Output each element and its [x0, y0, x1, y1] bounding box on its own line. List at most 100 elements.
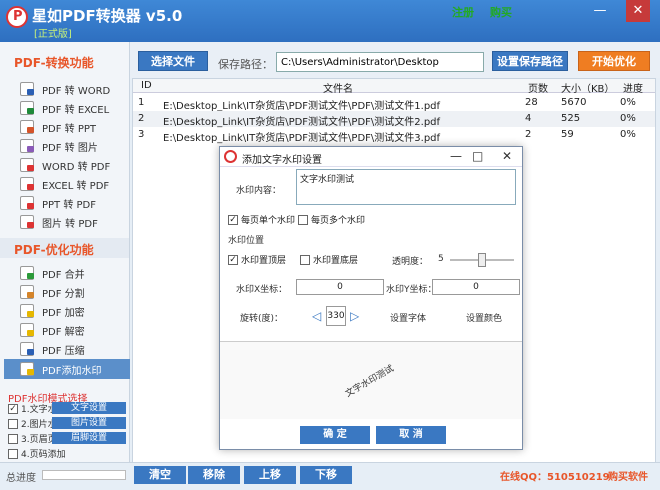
split-icon — [20, 285, 34, 299]
sidebar-item-pdf-watermark[interactable]: PDF添加水印 — [4, 359, 130, 379]
sidebar-item-word-to-pdf[interactable]: WORD 转 PDF — [20, 156, 130, 174]
move-up-button[interactable]: 上移 — [244, 466, 296, 484]
excel-icon — [20, 101, 34, 115]
table-row[interactable]: 2 E:\Desktop_Link\IT杂货店\PDF测试文件\PDF\测试文件… — [133, 111, 655, 128]
rotate-left-icon[interactable]: ◁ — [312, 309, 321, 323]
lock-icon — [20, 304, 34, 318]
header-pages: 页数 — [528, 84, 548, 95]
app-title: 星如PDF转换器 v5.0 — [32, 7, 183, 25]
pdf-icon — [20, 215, 34, 229]
mode-header-footer-checkbox[interactable] — [8, 433, 18, 444]
multi-per-page-checkbox[interactable] — [298, 214, 308, 225]
preview-text: 文字水印测试 — [343, 363, 396, 400]
set-color-button[interactable]: 设置颜色 — [466, 311, 502, 324]
rotate-right-icon[interactable]: ▷ — [350, 309, 359, 323]
minimize-button[interactable]: — — [588, 0, 612, 22]
dialog-title: 添加文字水印设置 — [242, 155, 322, 166]
set-font-button[interactable]: 设置字体 — [390, 311, 426, 324]
sidebar-item-pdf-decrypt[interactable]: PDF 解密 — [20, 321, 130, 339]
sidebar-item-pdf-to-word[interactable]: PDF 转 WORD — [20, 80, 130, 98]
ok-button[interactable]: 确 定 — [300, 426, 370, 444]
version-badge: [正式版] — [34, 29, 72, 40]
word-icon — [20, 82, 34, 96]
buy-link[interactable]: 购买 — [490, 4, 512, 20]
top-layer-option[interactable]: ✓ 水印置顶层 — [228, 253, 286, 266]
sidebar-item-pdf-merge[interactable]: PDF 合并 — [20, 264, 130, 282]
watermark-preview: 文字水印测试 — [220, 341, 522, 419]
watermark-dialog: 添加文字水印设置 — □ ✕ 水印内容： 文字水印测试 ✓ 每页单个水印 每页多个… — [219, 146, 523, 450]
multi-per-page-option[interactable]: 每页多个水印 — [298, 213, 365, 226]
table-row[interactable]: 1 E:\Desktop_Link\IT杂货店\PDF测试文件\PDF\测试文件… — [133, 95, 655, 112]
image-icon — [20, 139, 34, 153]
register-link[interactable]: 注册 — [452, 4, 474, 20]
buy-software-link[interactable]: 购买软件 — [608, 468, 648, 483]
opacity-slider-thumb[interactable] — [478, 253, 486, 267]
y-coordinate-label: 水印Y坐标： — [386, 285, 437, 295]
cancel-button[interactable]: 取 消 — [376, 426, 446, 444]
sidebar-item-excel-to-pdf[interactable]: EXCEL 转 PDF — [20, 175, 130, 193]
header-size: 大小（KB） — [561, 84, 615, 95]
save-path-input[interactable] — [276, 52, 484, 72]
online-qq[interactable]: 在线QQ：510510219 — [500, 468, 610, 483]
sidebar-item-pdf-split[interactable]: PDF 分割 — [20, 283, 130, 301]
dialog-minimize-button[interactable]: — — [450, 149, 462, 163]
rotation-label: 旋转(度)： — [240, 314, 284, 324]
table-header: ID 文件名 页数 大小（KB） 进度 — [133, 79, 655, 95]
mode-page-number-checkbox[interactable] — [8, 448, 18, 459]
bottom-layer-checkbox[interactable] — [300, 254, 310, 265]
start-optimize-button[interactable]: 开始优化 — [578, 51, 650, 71]
total-progress-label: 总进度 — [6, 473, 36, 484]
sidebar-item-pdf-to-excel[interactable]: PDF 转 EXCEL — [20, 99, 130, 117]
single-per-page-checkbox[interactable]: ✓ — [228, 214, 238, 225]
dialog-title-bar: 添加文字水印设置 — □ ✕ — [220, 147, 522, 167]
opacity-slider[interactable] — [450, 253, 514, 267]
sidebar-item-image-to-pdf[interactable]: 图片 转 PDF — [20, 213, 130, 231]
x-coordinate-input[interactable]: 0 — [296, 279, 384, 295]
top-layer-checkbox[interactable]: ✓ — [228, 254, 238, 265]
table-row[interactable]: 3 E:\Desktop_Link\IT杂货店\PDF测试文件\PDF\测试文件… — [133, 127, 655, 144]
text-settings-button[interactable]: 文字设置 — [52, 402, 126, 414]
content-label: 水印内容： — [236, 186, 282, 196]
total-progress-bar — [42, 470, 126, 480]
single-per-page-option[interactable]: ✓ 每页单个水印 — [228, 213, 295, 226]
rotation-input[interactable]: 330 — [326, 306, 346, 326]
image-settings-button[interactable]: 图片设置 — [52, 417, 126, 429]
close-button[interactable]: ✕ — [626, 0, 650, 22]
header-footer-settings-button[interactable]: 眉脚设置 — [52, 432, 126, 444]
mode-page-number[interactable]: 4.页码添加 — [8, 447, 128, 460]
sidebar-item-pdf-to-image[interactable]: PDF 转 图片 — [20, 137, 130, 155]
ppt-icon — [20, 120, 34, 134]
dialog-close-button[interactable]: ✕ — [502, 149, 512, 163]
position-section-title: 水印位置 — [228, 236, 265, 246]
watermark-content-input[interactable]: 文字水印测试 — [296, 169, 516, 205]
optimize-section-title: PDF-优化功能 — [14, 243, 94, 257]
y-coordinate-input[interactable]: 0 — [432, 279, 520, 295]
select-file-button[interactable]: 选择文件 — [138, 51, 208, 71]
title-bar: 星如PDF转换器 v5.0 [正式版] 注册 购买 — ✕ — [0, 0, 660, 42]
sidebar-item-pdf-encrypt[interactable]: PDF 加密 — [20, 302, 130, 320]
move-down-button[interactable]: 下移 — [300, 466, 352, 484]
sidebar-item-pdf-compress[interactable]: PDF 压缩 — [20, 340, 130, 358]
opacity-value: 5 — [438, 254, 444, 264]
x-coordinate-label: 水印X坐标： — [236, 285, 288, 295]
bottom-layer-option[interactable]: 水印置底层 — [300, 253, 358, 266]
pdf-icon — [20, 177, 34, 191]
mode-image-checkbox[interactable] — [8, 418, 18, 429]
convert-section-title: PDF-转换功能 — [14, 56, 94, 70]
opacity-label: 透明度： — [392, 257, 429, 267]
header-filename: 文件名 — [323, 84, 353, 95]
mode-text-checkbox[interactable]: ✓ — [8, 403, 18, 414]
set-save-path-button[interactable]: 设置保存路径 — [492, 51, 568, 71]
pdf-icon — [20, 158, 34, 172]
remove-button[interactable]: 移除 — [188, 466, 240, 484]
sidebar-item-ppt-to-pdf[interactable]: PPT 转 PDF — [20, 194, 130, 212]
clear-button[interactable]: 清空 — [134, 466, 186, 484]
unlock-icon — [20, 323, 34, 337]
compress-icon — [20, 342, 34, 356]
header-id: ID — [141, 80, 152, 91]
sidebar-item-pdf-to-ppt[interactable]: PDF 转 PPT — [20, 118, 130, 136]
save-path-label: 保存路径： — [218, 58, 273, 71]
merge-icon — [20, 266, 34, 280]
app-logo-icon — [6, 6, 28, 28]
dialog-maximize-button[interactable]: □ — [472, 149, 483, 163]
